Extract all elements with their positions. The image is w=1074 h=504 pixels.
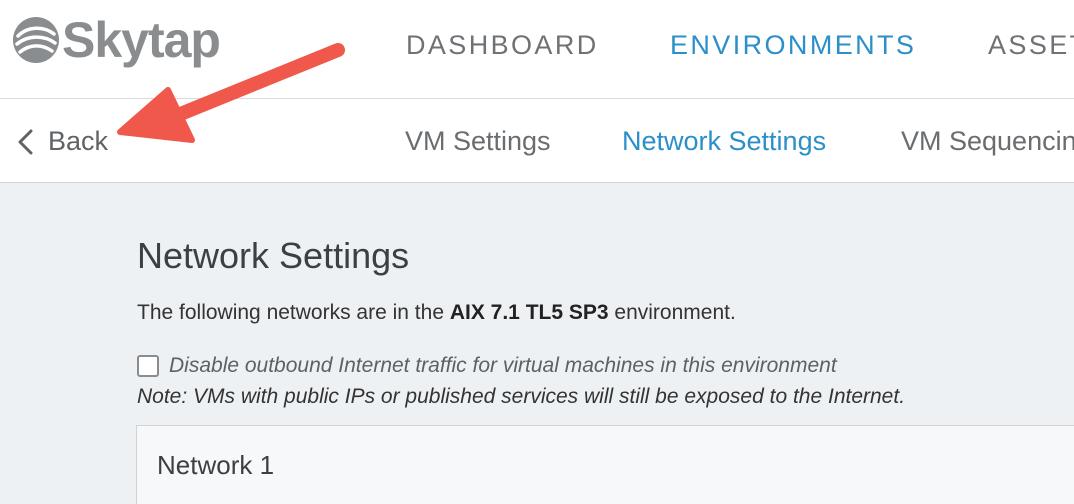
intro-prefix: The following networks are in the [137,301,450,324]
exposure-note: Note: VMs with public IPs or published s… [137,385,906,408]
tab-network-settings[interactable]: Network Settings [622,126,826,157]
network-name: Network 1 [157,450,275,480]
sub-header: Back VM Settings Network Settings VM Seq… [0,99,1074,183]
tab-vm-sequencing[interactable]: VM Sequencing [901,126,1074,157]
nav-assets[interactable]: ASSETS [988,30,1074,61]
back-button[interactable]: Back [16,126,108,157]
skytap-logo-mark-icon [13,17,59,63]
environment-name: AIX 7.1 TL5 SP3 [449,301,609,324]
skytap-logo[interactable]: Skytap [12,10,221,70]
intro-text: The following networks are in the AIX 7.… [137,301,736,325]
disable-outbound-row: Disable outbound Internet traffic for vi… [137,354,837,378]
logo-wordmark: Skytap [62,12,221,68]
disable-outbound-checkbox[interactable] [137,355,159,377]
top-header: Skytap DASHBOARD ENVIRONMENTS ASSETS [0,0,1074,99]
page-title: Network Settings [137,235,410,276]
chevron-left-icon [18,129,33,154]
disable-outbound-label[interactable]: Disable outbound Internet traffic for vi… [169,354,837,378]
network-card: Network 1 [136,425,1074,504]
intro-suffix: environment. [608,301,736,324]
tab-vm-settings[interactable]: VM Settings [405,126,551,157]
nav-environments[interactable]: ENVIRONMENTS [670,30,916,61]
nav-dashboard[interactable]: DASHBOARD [406,30,599,61]
back-label: Back [48,126,109,156]
